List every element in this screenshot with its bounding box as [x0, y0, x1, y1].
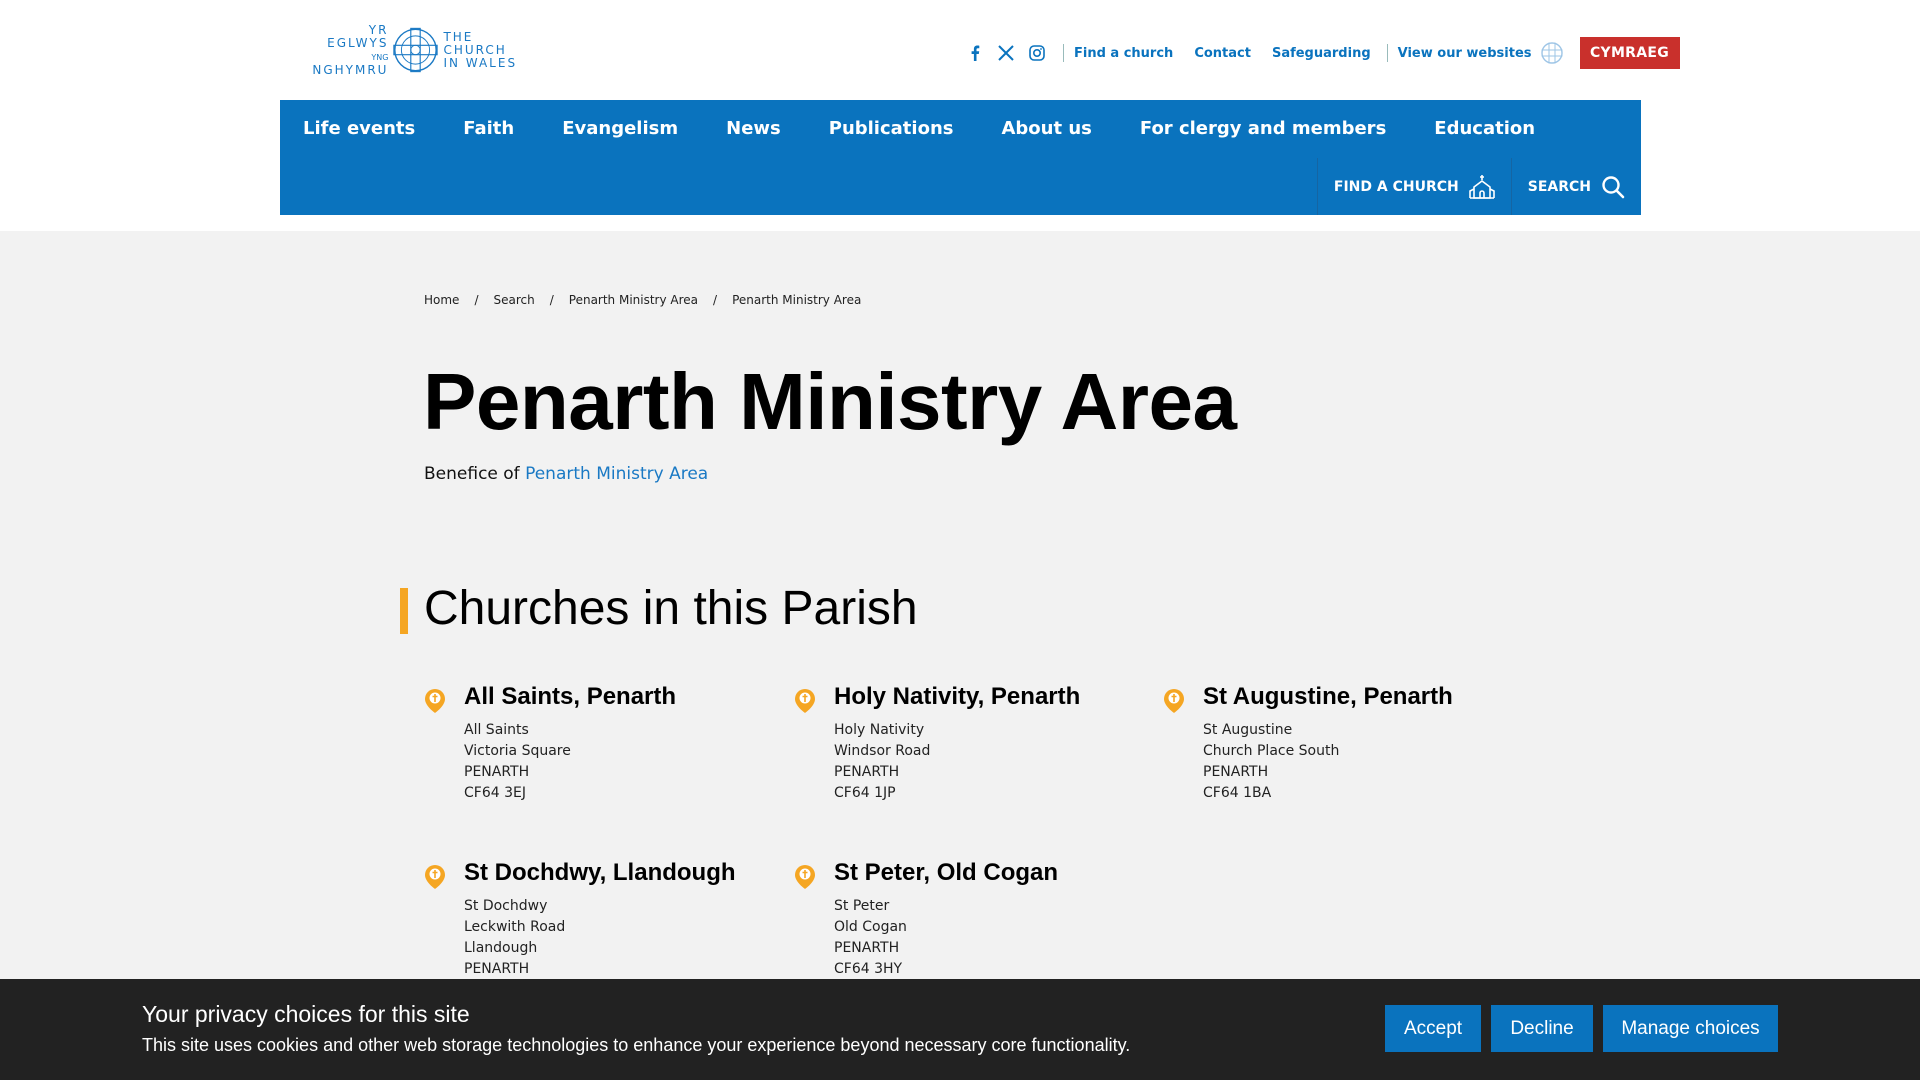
facebook-icon[interactable] — [966, 44, 984, 62]
cookie-text: This site uses cookies and other web sto… — [142, 1035, 1131, 1055]
celtic-cross-icon — [393, 27, 439, 73]
church-card[interactable]: St Augustine, Penarth St Augustine Churc… — [1163, 682, 1503, 802]
search-icon — [1602, 175, 1625, 198]
map-pin-icon — [795, 689, 815, 713]
nav-item-publications[interactable]: Publications — [829, 115, 954, 143]
church-card[interactable]: All Saints, Penarth All Saints Victoria … — [424, 682, 764, 802]
church-name[interactable]: All Saints, Penarth — [464, 682, 676, 712]
map-pin-icon — [1164, 689, 1184, 713]
address-line: PENARTH — [464, 961, 530, 977]
address-line: Victoria Square — [464, 743, 571, 759]
divider — [1386, 44, 1388, 62]
breadcrumb: Home / Search / Penarth Ministry Area / … — [424, 293, 862, 307]
utility-bar: Find a church Contact Safeguarding View … — [966, 37, 1680, 69]
address-line: CF64 1BA — [1203, 785, 1272, 801]
breadcrumb-home[interactable]: Home — [424, 293, 459, 307]
nav-item-faith[interactable]: Faith — [463, 115, 514, 143]
find-a-church-button[interactable]: FIND A CHURCH — [1316, 158, 1511, 215]
address-line: All Saints — [464, 722, 529, 738]
address-line: St Dochdwy — [464, 898, 548, 914]
breadcrumb-current: Penarth Ministry Area — [732, 293, 862, 307]
benefice-link[interactable]: Penarth Ministry Area — [525, 464, 708, 484]
church-card[interactable]: Holy Nativity, Penarth Holy Nativity Win… — [794, 682, 1134, 802]
nav-item-education[interactable]: Education — [1434, 115, 1535, 143]
search-button[interactable]: SEARCH — [1510, 158, 1641, 215]
address-line: Llandough — [464, 940, 538, 956]
benefice-prefix: Benefice of — [424, 464, 520, 484]
church-address: Holy Nativity Windsor Road PENARTH CF64 … — [834, 720, 930, 804]
address-line: Church Place South — [1203, 743, 1340, 759]
address-line: CF64 3EJ — [464, 785, 526, 801]
address-line: CF64 1JP — [834, 785, 896, 801]
nav-item-about-us[interactable]: About us — [1001, 115, 1091, 143]
instagram-icon[interactable] — [1028, 44, 1046, 62]
address-line: Leckwith Road — [464, 919, 566, 935]
church-address: All Saints Victoria Square PENARTH CF64 … — [464, 720, 571, 804]
find-a-church-link[interactable]: Find a church — [1074, 46, 1173, 61]
address-line: Holy Nativity — [834, 722, 925, 738]
address-line: PENARTH — [834, 940, 900, 956]
section-accent-bar — [400, 588, 408, 634]
x-icon[interactable] — [997, 44, 1015, 62]
nav-item-for-clergy-and-members[interactable]: For clergy and members — [1140, 115, 1386, 143]
celtic-cross-icon — [1540, 42, 1563, 64]
church-name[interactable]: Holy Nativity, Penarth — [834, 682, 1080, 712]
contact-link[interactable]: Contact — [1194, 46, 1251, 61]
church-name[interactable]: St Peter, Old Cogan — [834, 858, 1058, 888]
address-line: PENARTH — [464, 764, 530, 780]
church-icon — [1468, 174, 1495, 199]
manage-choices-button[interactable]: Manage choices — [1603, 1005, 1778, 1052]
map-pin-icon — [425, 865, 445, 889]
logo-welsh-line2: NGHYMRU — [312, 62, 389, 77]
cookie-title: Your privacy choices for this site — [142, 1001, 470, 1027]
view-our-websites-button[interactable]: View our websites — [1398, 41, 1564, 65]
logo-english-line2: IN WALES — [443, 55, 518, 70]
main-nav: Life events Faith Evangelism News Public… — [280, 100, 1641, 215]
decline-button[interactable]: Decline — [1491, 1005, 1593, 1052]
address-line: Old Cogan — [834, 919, 907, 935]
breadcrumb-ministry-area[interactable]: Penarth Ministry Area — [569, 293, 698, 307]
church-card[interactable]: St Dochdwy, Llandough St Dochdwy Leckwit… — [424, 858, 764, 978]
church-address: St Peter Old Cogan PENARTH CF64 3HY — [834, 896, 907, 980]
cymraeg-button[interactable]: CYMRAEG — [1579, 37, 1680, 69]
nav-item-news[interactable]: News — [726, 115, 781, 143]
address-line: CF64 3HY — [834, 961, 903, 977]
address-line: St Peter — [834, 898, 890, 914]
nav-item-evangelism[interactable]: Evangelism — [562, 115, 678, 143]
church-card[interactable]: St Peter, Old Cogan St Peter Old Cogan P… — [794, 858, 1134, 978]
search-label: SEARCH — [1527, 178, 1591, 195]
map-pin-icon — [795, 865, 815, 889]
map-pin-icon — [425, 689, 445, 713]
logo-english-line1: THE CHURCH — [443, 29, 507, 57]
logo-welsh-line1: YR EGLWYS — [327, 22, 389, 50]
site-header: YR EGLWYS YNG NGHYMRU THE CHURCH IN WALE… — [0, 0, 1920, 231]
websites-label: View our websites — [1397, 45, 1532, 61]
find-a-church-label: FIND A CHURCH — [1333, 178, 1459, 195]
address-line: PENARTH — [1203, 764, 1269, 780]
cookie-banner: Your privacy choices for this site This … — [0, 979, 1920, 1080]
benefice-line: Benefice of Penarth Ministry Area — [424, 464, 708, 484]
church-address: St Augustine Church Place South PENARTH … — [1203, 720, 1339, 804]
safeguarding-link[interactable]: Safeguarding — [1272, 46, 1371, 61]
church-name[interactable]: St Augustine, Penarth — [1203, 682, 1453, 712]
section-title: Churches in this Parish — [424, 582, 918, 635]
page-title: Penarth Ministry Area — [423, 357, 1237, 446]
church-name[interactable]: St Dochdwy, Llandough — [464, 858, 736, 888]
address-line: St Augustine — [1203, 722, 1293, 738]
nav-item-life-events[interactable]: Life events — [303, 115, 415, 143]
address-line: PENARTH — [834, 764, 900, 780]
divider — [1063, 44, 1064, 62]
breadcrumb-search[interactable]: Search — [493, 293, 534, 307]
site-logo[interactable]: YR EGLWYS YNG NGHYMRU THE CHURCH IN WALE… — [302, 22, 528, 77]
address-line: Windsor Road — [834, 743, 931, 759]
accept-button[interactable]: Accept — [1385, 1005, 1481, 1052]
logo-welsh-small: YNG — [371, 52, 389, 62]
church-address: St Dochdwy Leckwith Road Llandough PENAR… — [464, 896, 565, 980]
